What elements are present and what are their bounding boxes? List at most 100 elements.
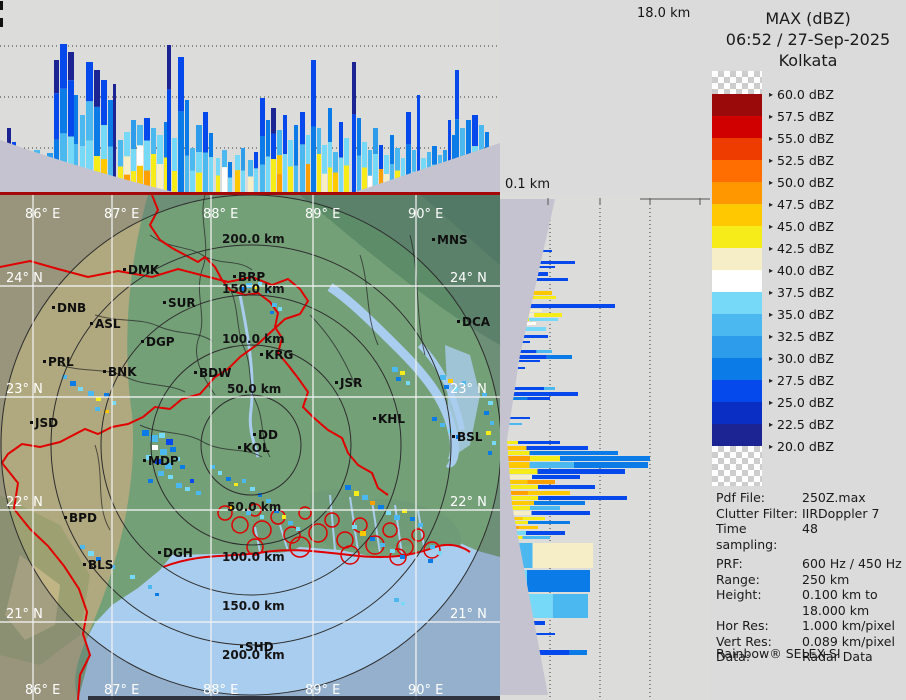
range-ring-label: 100.0 km [222,550,285,564]
profile-bar-segment [118,140,123,167]
profile-bar-segment [86,101,93,141]
echo-cell [168,475,173,479]
scale-tick-arrow-icon: ▸ [769,133,774,143]
dbz-color-swatch [712,160,762,182]
range-ring-label: 150.0 km [222,599,285,613]
profile-bar-segment [526,446,588,450]
dbz-scale-label: ▸ 45.0 dBZ [769,218,834,234]
profile-bar-segment [164,157,167,193]
metadata-key: Pdf File: [716,490,765,505]
profile-bar-segment [101,80,107,126]
echo-cell [234,483,238,486]
profile-bar-segment [178,57,184,112]
echo-cell [418,523,423,527]
echo-cell [185,487,190,491]
echo-cell [296,527,300,531]
city-marker-dot [158,551,161,554]
scale-tick-arrow-icon: ▸ [769,177,774,187]
height-axis-min-label: 0.1 km [505,177,550,192]
dbz-scale-label: ▸ 35.0 dBZ [769,306,834,322]
profile-bar-segment [74,95,78,144]
echo-cell [242,479,246,483]
dbz-value: 42.5 dBZ [777,240,834,256]
echo-cell [78,387,83,391]
profile-bar-segment [532,475,580,479]
longitude-label: 89° E [305,207,340,222]
echo-cell [166,439,173,445]
profile-bar-segment [203,152,208,193]
echo-cell [378,505,384,510]
profile-bar-segment [384,155,389,174]
profile-bar-segment [80,115,85,147]
profile-bar-segment [529,462,574,468]
longitude-label: 88° E [203,683,238,698]
metadata-key: Hor Res: [716,618,769,633]
echo-cell [360,531,366,536]
profile-bar-segment [352,62,356,115]
profile-bar-segment [216,158,220,176]
city-label: DNB [57,301,86,315]
latitude-label: 22° N [450,495,487,510]
scale-tick-arrow-icon: ▸ [769,199,774,209]
echo-cell [180,465,185,469]
echo-cell [484,411,489,415]
profile-bar-segment [228,162,232,178]
profile-bar-segment [311,126,316,193]
profile-bar-segment [546,355,572,359]
latitude-label: 23° N [6,382,43,397]
dbz-color-swatch [712,336,762,358]
metadata-key: Clutter Filter: [716,505,798,521]
dbz-value: 35.0 dBZ [777,306,834,322]
profile-bar-segment [124,156,130,175]
echo-cell [130,575,135,579]
profile-bar-segment [131,149,136,172]
profile-bar-segment [390,135,394,164]
echo-cell [438,551,442,555]
profile-bar-segment [395,148,400,171]
dbz-color-swatch [712,314,762,336]
dbz-scale-label: ▸ 27.5 dBZ [769,372,834,388]
profile-bar-segment [532,543,593,568]
echo-cell [158,471,164,476]
profile-bar-segment [260,164,265,193]
dbz-scale-label: ▸ 20.0 dBZ [769,438,834,454]
dbz-scale-label: ▸ 52.5 dBZ [769,152,834,168]
ew-height-profile-panel [0,0,500,195]
echo-cell [345,485,351,490]
profile-bar-segment [534,501,585,505]
metadata-key: Time sampling: [716,521,778,552]
dbz-scale-label: ▸ 42.5 dBZ [769,240,834,256]
echo-cell [394,598,399,602]
profile-bar-segment [131,120,136,150]
profile-bar-segment [526,531,565,535]
profile-bar-segment [209,133,213,157]
scale-tick-arrow-icon: ▸ [769,397,774,407]
city-marker-dot [52,306,55,309]
metadata-row: Hor Res: 1.000 km/pixel [716,618,904,634]
profile-bar-segment [157,135,163,164]
city-marker-dot [123,268,126,271]
profile-bar-segment [164,122,167,158]
profile-bar-segment [172,138,177,171]
profile-bar-segment [544,387,555,390]
dbz-value: 45.0 dBZ [777,218,834,234]
echo-cell [159,433,165,438]
echo-cell [70,381,76,386]
profile-bar-segment [248,160,253,177]
city-label: SHD [245,640,274,654]
dbz-color-swatch [712,402,762,424]
city-label: JSD [34,416,58,430]
profile-bar-segment [277,130,282,156]
range-ring-label: 200.0 km [222,232,285,246]
scan-edge-strip [88,696,500,700]
profile-bar-segment [124,132,130,157]
metadata-value: 1.000 km/pixel [802,618,895,633]
echo-cell [401,602,405,605]
scale-tick-arrow-icon: ▸ [769,419,774,429]
city-label: BNK [108,365,137,379]
profile-bar-segment [185,100,189,156]
profile-bar-segment [311,60,316,127]
profile-bar-segment [167,89,171,193]
metadata-row: Range: 250 km [716,572,904,588]
longitude-label: 89° E [305,683,340,698]
